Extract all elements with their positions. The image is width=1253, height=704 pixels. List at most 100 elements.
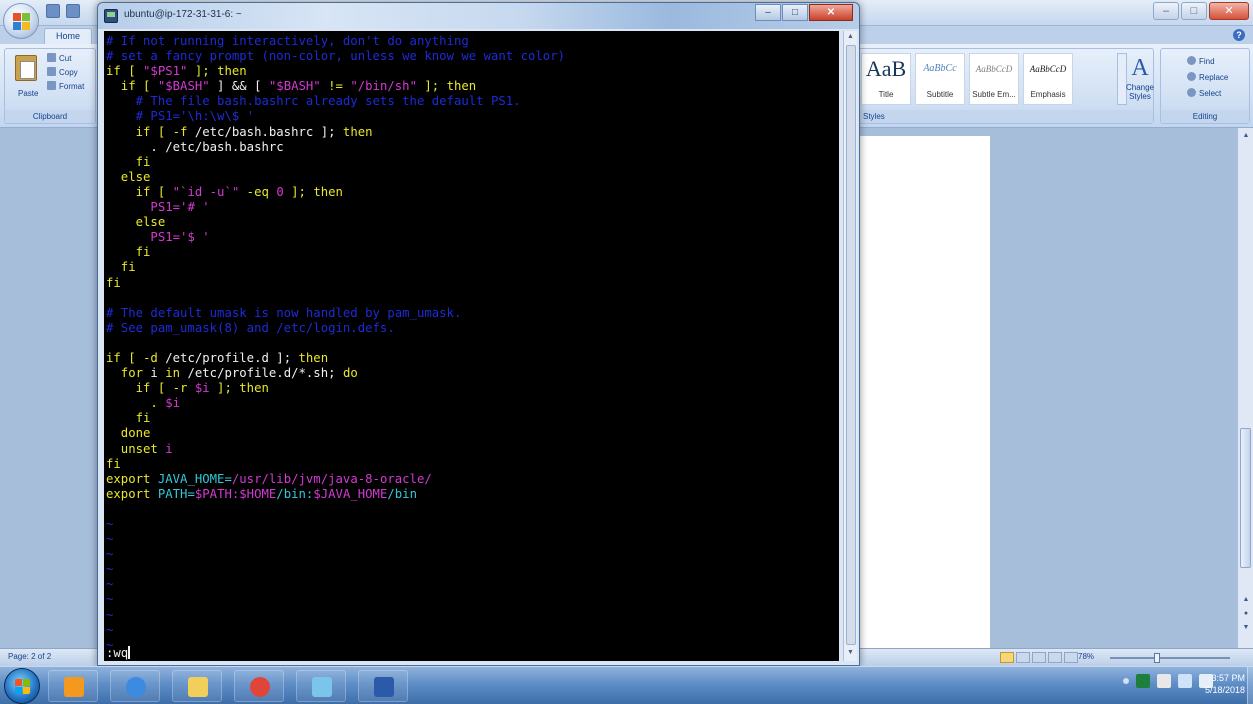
- action-center-icon[interactable]: [1136, 674, 1150, 688]
- terminal-text: for: [106, 366, 151, 381]
- taskbar-app-button[interactable]: [234, 670, 284, 702]
- tab-home[interactable]: Home: [44, 28, 92, 44]
- vim-command-line[interactable]: :wq: [106, 646, 131, 661]
- clock[interactable]: 3:57 PM 5/18/2018: [1185, 672, 1245, 696]
- terminal-line: fi: [106, 260, 836, 275]
- internet-explorer-icon: [126, 677, 146, 697]
- terminal-text: "$PS1": [143, 64, 188, 79]
- word-maximize-button[interactable]: □: [1181, 2, 1207, 20]
- format-painter-button[interactable]: Format: [47, 81, 97, 93]
- terminal-maximize-button[interactable]: □: [782, 4, 808, 21]
- putty-icon[interactable]: [104, 9, 118, 23]
- zoom-slider-knob[interactable]: [1154, 653, 1161, 663]
- taskbar-app-button[interactable]: [358, 670, 408, 702]
- office-button[interactable]: [3, 3, 39, 39]
- terminal-titlebar[interactable]: ubuntu@ip-172-31-31-6: ~ – □ ✕: [98, 3, 859, 29]
- scroll-thumb[interactable]: [1240, 428, 1251, 568]
- full-screen-reading-icon[interactable]: [1016, 652, 1030, 663]
- show-desktop-button[interactable]: [1247, 667, 1253, 704]
- terminal-close-button[interactable]: ✕: [809, 4, 853, 21]
- clipboard-group-label: Clipboard: [5, 110, 95, 123]
- taskbar-app-button[interactable]: [48, 670, 98, 702]
- terminal-text: "$BASH": [268, 79, 321, 94]
- help-icon[interactable]: ?: [1233, 29, 1245, 41]
- terminal-line: fi: [106, 457, 836, 472]
- find-button[interactable]: Find: [1187, 55, 1215, 68]
- terminal-text: PS1=: [106, 200, 181, 215]
- terminal-line: ~: [106, 608, 836, 623]
- clipboard-group: Paste Cut Copy Format Clipboard: [4, 48, 96, 124]
- terminal-line: # The file bash.bashrc already sets the …: [106, 94, 836, 109]
- show-hidden-icons-icon[interactable]: [1123, 678, 1129, 684]
- terminal-minimize-button[interactable]: –: [755, 4, 781, 21]
- prev-page-icon[interactable]: ▲: [1241, 596, 1251, 603]
- word-minimize-button[interactable]: –: [1153, 2, 1179, 20]
- style-subtitle[interactable]: AaBbCc Subtitle: [915, 53, 965, 105]
- word-close-button[interactable]: ✕: [1209, 2, 1249, 20]
- terminal-line: . /etc/bash.bashrc: [106, 140, 836, 155]
- taskbar-app-button[interactable]: [296, 670, 346, 702]
- web-layout-icon[interactable]: [1032, 652, 1046, 663]
- draft-icon[interactable]: [1064, 652, 1078, 663]
- style-emphasis[interactable]: AaBbCcD Emphasis: [1023, 53, 1073, 105]
- terminal-text: ]; then: [187, 64, 247, 79]
- terminal-window[interactable]: ubuntu@ip-172-31-31-6: ~ – □ ✕ # If not …: [97, 2, 860, 666]
- terminal-screen[interactable]: # If not running interactively, don't do…: [104, 31, 839, 661]
- start-button[interactable]: [4, 668, 40, 704]
- style-title[interactable]: AaB Title: [861, 53, 911, 105]
- style-subtle-emphasis[interactable]: AaBbCcD Subtle Em...: [969, 53, 1019, 105]
- terminal-text: i: [165, 441, 173, 456]
- terminal-text: /usr/lib/jvm/java-8-oracle/: [231, 471, 432, 486]
- terminal-text: PATH=: [157, 486, 195, 501]
- document-scrollbar[interactable]: ▲ ▲ ● ▼: [1237, 128, 1253, 648]
- terminal-text: ]; then: [416, 79, 477, 94]
- terminal-text: /etc/profile.d ];: [165, 350, 299, 365]
- terminal-scroll-thumb[interactable]: [846, 45, 856, 645]
- page-count[interactable]: Page: 2 of 2: [8, 652, 51, 661]
- replace-button[interactable]: Replace: [1187, 71, 1228, 84]
- next-page-icon[interactable]: ▼: [1241, 624, 1251, 631]
- terminal-text: if [ -d: [106, 350, 166, 365]
- terminal-text: # set a fancy prompt (non-color, unless …: [106, 49, 566, 64]
- outline-icon[interactable]: [1048, 652, 1062, 663]
- terminal-line: ~: [106, 592, 836, 607]
- taskbar: 3:57 PM 5/18/2018: [0, 666, 1253, 704]
- document-page[interactable]: [858, 136, 990, 648]
- copy-button[interactable]: Copy: [47, 67, 97, 79]
- copy-icon: [47, 67, 56, 76]
- paste-button[interactable]: Paste: [10, 53, 40, 109]
- terminal-line: fi: [106, 411, 836, 426]
- zoom-level[interactable]: 78%: [1078, 652, 1094, 661]
- replace-icon: [1187, 72, 1196, 81]
- select-button[interactable]: Select: [1187, 87, 1221, 100]
- scroll-up-icon[interactable]: ▲: [847, 33, 854, 40]
- terminal-text: 0: [276, 184, 284, 199]
- terminal-text: export: [106, 486, 158, 501]
- paint-icon: [312, 677, 332, 697]
- cut-button[interactable]: Cut: [47, 53, 97, 65]
- terminal-text: "$BASH": [157, 79, 210, 94]
- scroll-down-icon[interactable]: ▼: [847, 649, 854, 656]
- change-styles-button[interactable]: A Change Styles: [1125, 53, 1155, 113]
- terminal-text: else: [106, 169, 151, 184]
- clock-date: 5/18/2018: [1204, 685, 1245, 695]
- network-icon[interactable]: [1157, 674, 1171, 688]
- terminal-text: fi: [106, 245, 151, 260]
- terminal-line: PS1='$ ': [106, 230, 836, 245]
- select-browse-icon[interactable]: ●: [1241, 610, 1251, 617]
- undo-icon[interactable]: [66, 4, 80, 18]
- scissors-icon: [47, 53, 56, 62]
- taskbar-app-button[interactable]: [110, 670, 160, 702]
- zoom-slider[interactable]: [1110, 653, 1230, 663]
- windows-explorer-icon: [188, 677, 208, 697]
- terminal-line: else: [106, 215, 836, 230]
- paste-label: Paste: [18, 89, 39, 98]
- terminal-scrollbar[interactable]: ▲ ▼: [843, 31, 857, 661]
- scroll-up-icon[interactable]: ▲: [1241, 132, 1251, 139]
- taskbar-app-button[interactable]: [172, 670, 222, 702]
- print-layout-icon[interactable]: [1000, 652, 1014, 663]
- save-icon[interactable]: [46, 4, 60, 18]
- terminal-text: "`id -u`": [172, 184, 240, 199]
